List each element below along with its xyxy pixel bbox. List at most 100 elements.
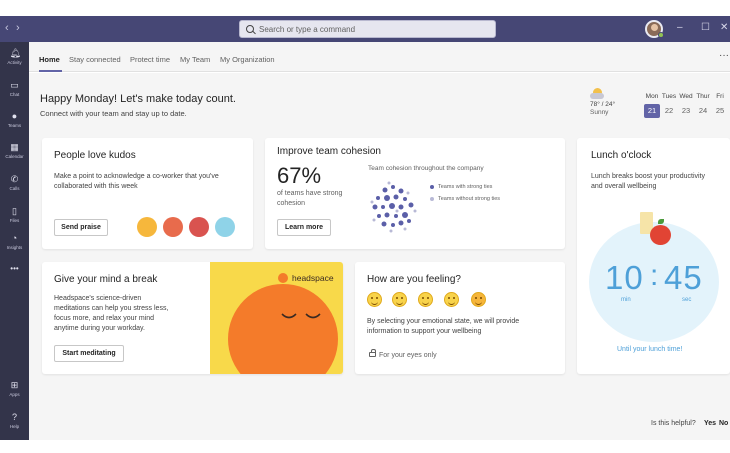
calendar-date[interactable]: 23	[678, 104, 694, 118]
minimize-button[interactable]: –	[677, 21, 683, 35]
frustrated-emoji[interactable]	[471, 292, 486, 307]
helpful-question: Is this helpful?	[651, 420, 696, 427]
greeting-subtitle: Connect with your team and stay up to da…	[40, 109, 187, 118]
mind-text-line: Headspace's science-driven	[54, 295, 142, 302]
weather-condition: Sunny	[590, 109, 609, 116]
cohesion-caption-line1: of teams have strong	[277, 190, 343, 197]
forward-icon[interactable]: ›	[16, 22, 20, 34]
legend-weak-ties: Teams without strong ties	[430, 196, 500, 202]
sun-cloud-icon	[590, 87, 606, 99]
timer-colon: :	[650, 259, 659, 292]
learn-more-button[interactable]: Learn more	[277, 219, 331, 236]
lunch-link[interactable]: Until your lunch time!	[617, 346, 682, 353]
calendar-day: Tues	[661, 93, 677, 100]
kudos-badge-icon	[137, 217, 157, 237]
feeling-card: How are you feeling? By selecting your e…	[355, 262, 565, 374]
cohesion-chart-title: Team cohesion throughout the company	[368, 165, 484, 172]
rail-label: Help	[9, 424, 20, 429]
cohesion-title: Improve team cohesion	[277, 146, 381, 157]
file-icon: ▯	[12, 206, 17, 216]
feeling-text-line2: information to support your wellbeing	[367, 328, 482, 335]
calendar-icon: ▦	[10, 142, 19, 152]
weather-temp: 78° / 24°	[590, 101, 616, 108]
headspace-illustration: headspace	[210, 262, 343, 374]
chat-icon: ▭	[10, 80, 19, 90]
rail-item-apps[interactable]: ⊞ Apps	[0, 376, 29, 410]
rail-more-button[interactable]: •••	[0, 260, 29, 294]
search-placeholder: Search or type a command	[259, 24, 356, 34]
legend-dot	[430, 185, 434, 189]
tab-home[interactable]: Home	[39, 55, 60, 64]
mind-title: Give your mind a break	[54, 274, 158, 285]
tab-stay-connected[interactable]: Stay connected	[69, 55, 121, 64]
title-bar: ‹ › Search or type a command – ☐ ✕	[0, 16, 730, 42]
calendar-day: Thur	[696, 93, 710, 100]
lunch-text-line2: and overall wellbeing	[591, 183, 657, 190]
rail-item-calls[interactable]: ✆ Calls	[0, 170, 29, 204]
smiling-emoji[interactable]	[392, 292, 407, 307]
calendar-date-selected[interactable]: 21	[644, 104, 660, 118]
rail-item-calendar[interactable]: ▦ Calendar	[0, 138, 29, 172]
mind-break-card: Give your mind a break Headspace's scien…	[42, 262, 343, 374]
helpful-no-button[interactable]: No	[719, 420, 728, 427]
mind-text-line: anytime during your workday.	[54, 325, 145, 332]
helpful-yes-button[interactable]: Yes	[704, 420, 716, 427]
tab-my-team[interactable]: My Team	[180, 55, 210, 64]
calendar-date[interactable]: 22	[661, 104, 677, 118]
rail-item-insights[interactable]: ◔ Insights	[0, 229, 29, 263]
bottom-margin	[0, 440, 730, 453]
calendar-day: Mon	[645, 93, 659, 100]
cohesion-cluster-graphic	[370, 181, 417, 233]
kudos-title: People love kudos	[54, 150, 136, 161]
rail-item-activity[interactable]: 🔔︎ Activity	[0, 44, 29, 78]
weather-widget: 78° / 24° Sunny	[590, 87, 615, 116]
search-icon	[246, 25, 254, 33]
rail-item-help[interactable]: ? Help	[0, 408, 29, 442]
calendar-date[interactable]: 25	[712, 104, 728, 118]
rail-item-teams[interactable]: ● Teams	[0, 107, 29, 141]
headspace-sun	[228, 284, 338, 374]
rail-label: Calendar	[5, 154, 24, 159]
rail-label: Insights	[6, 245, 23, 250]
start-meditating-button[interactable]: Start meditating	[54, 345, 124, 362]
tab-underline	[39, 70, 62, 72]
tab-my-organization[interactable]: My Organization	[220, 55, 275, 64]
close-button[interactable]: ✕	[720, 21, 728, 35]
rail-label: Calls	[9, 186, 20, 191]
send-praise-button[interactable]: Send praise	[54, 219, 108, 236]
kudos-badge-icon	[215, 217, 235, 237]
neutral-emoji[interactable]	[418, 292, 433, 307]
sad-emoji[interactable]	[444, 292, 459, 307]
calendar-date[interactable]: 24	[695, 104, 711, 118]
maximize-button[interactable]: ☐	[701, 21, 710, 35]
calendar-day: Fri	[716, 93, 724, 100]
back-icon[interactable]: ‹	[5, 22, 9, 34]
legend-dot	[430, 197, 434, 201]
grinning-emoji[interactable]	[367, 292, 382, 307]
rail-label: Files	[9, 218, 20, 223]
closed-eyes-graphic	[281, 313, 321, 319]
headspace-logo-icon	[278, 273, 288, 283]
mind-text-line: focus more, and relax your mind	[54, 315, 154, 322]
rail-label: Apps	[9, 392, 20, 397]
lunch-text-line1: Lunch breaks boost your productivity	[591, 173, 706, 180]
timer-seconds: 45	[664, 259, 703, 296]
feeling-title: How are you feeling?	[367, 274, 461, 285]
more-options-button[interactable]: ···	[719, 50, 729, 61]
tab-protect-time[interactable]: Protect time	[130, 55, 170, 64]
lunch-title: Lunch o'clock	[591, 150, 652, 161]
phone-icon: ✆	[10, 174, 19, 184]
search-input[interactable]: Search or type a command	[239, 20, 496, 38]
lock-icon	[369, 349, 376, 357]
apple-icon	[650, 225, 671, 245]
legend-strong-ties: Teams with strong ties	[430, 184, 492, 190]
rail-label: Chat	[9, 92, 20, 97]
lunch-card: Lunch o'clock Lunch breaks boost your pr…	[577, 138, 730, 374]
rail-item-chat[interactable]: ▭ Chat	[0, 76, 29, 110]
presence-dot	[658, 32, 664, 38]
cohesion-card: Improve team cohesion 67% of teams have …	[265, 138, 565, 249]
timer-sec-label: sec	[682, 297, 692, 303]
feeling-text-line1: By selecting your emotional state, we wi…	[367, 318, 520, 325]
calendar-day: Wed	[679, 93, 693, 100]
legend-label: Teams with strong ties	[438, 184, 493, 190]
